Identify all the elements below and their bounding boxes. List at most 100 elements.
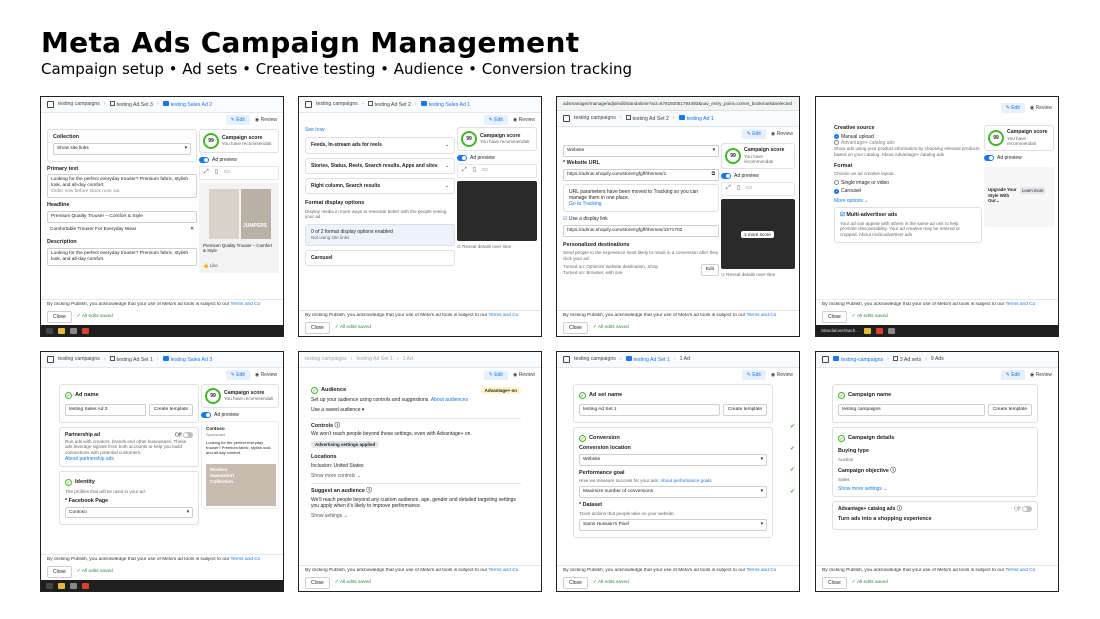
close-button[interactable]: Close [47, 310, 72, 324]
ad-preview-toggle[interactable]: Ad preview [984, 155, 1054, 162]
about-audiences-link[interactable]: About audiences [431, 397, 468, 403]
ad-preview-toggle[interactable]: Ad preview [201, 412, 279, 419]
app-icon[interactable] [888, 327, 896, 334]
ad-name-input[interactable]: testing Sales Ad 3 [65, 404, 146, 416]
terms-link[interactable]: Terms and Co [1005, 302, 1035, 307]
tablet-icon[interactable]: ▭ [482, 167, 488, 175]
ad-preview-toggle[interactable]: Ad preview [199, 157, 279, 164]
app-icon[interactable] [70, 582, 77, 589]
breadcrumb-adset[interactable]: testing Ad Set 1 [109, 355, 153, 364]
campaign-score[interactable]: 99 Campaign score You have recommendati [984, 125, 1054, 151]
breadcrumb-adset[interactable]: testing Ad Set 2 [625, 114, 669, 123]
tablet-icon[interactable]: ▭ [224, 169, 230, 177]
saved-audience-dropdown[interactable]: Use a saved audience ▾ [311, 407, 521, 413]
browser-icon[interactable] [82, 582, 89, 589]
sidebar-toggle-icon[interactable] [47, 356, 54, 363]
more-options-link[interactable]: More options ⌄ [834, 198, 982, 204]
reveal-details[interactable]: ⊙ Reveal details over time [721, 272, 795, 278]
sidebar-toggle-icon[interactable] [563, 115, 570, 122]
device-selector[interactable]: ⤢ ▯ ▭ [457, 164, 537, 178]
review-button[interactable]: ◉ Review [513, 372, 535, 378]
terms-link[interactable]: Terms and Co [1005, 568, 1035, 573]
carousel-option[interactable]: Carousel [305, 250, 455, 267]
breadcrumb-adset[interactable]: testing Ad Set 3 [109, 100, 153, 109]
campaign-score[interactable]: 99 Campaign score You have recommendati [457, 127, 537, 151]
advantage-catalog-toggle[interactable]: Off [1014, 506, 1032, 513]
review-button[interactable]: ◉ Review [1030, 372, 1052, 378]
phone-icon[interactable]: ▯ [215, 169, 218, 177]
breadcrumb-adset[interactable]: testing Ad Set 1 [625, 355, 670, 364]
reveal-details[interactable]: ⊙ Reveal details over time [457, 244, 537, 250]
website-url-input[interactable]: https://admin.shopify.com/store/rgfgff/t… [563, 168, 719, 181]
sidebar-toggle-icon[interactable] [305, 101, 312, 108]
close-button[interactable]: Close [305, 321, 330, 335]
create-template-button[interactable]: Create template [987, 404, 1032, 416]
show-settings-link[interactable]: Show settings ⌄ [311, 513, 521, 519]
like-button[interactable]: 👍 Like [203, 263, 218, 269]
breadcrumb-campaign[interactable]: testing campaigns [574, 115, 616, 122]
edit-button[interactable]: ✎ Edit [1000, 102, 1025, 114]
breadcrumb-adsets[interactable]: 3 Ad sets [892, 355, 921, 364]
campaign-score[interactable]: 99 Campaign score You have recommendati [721, 143, 795, 169]
review-button[interactable]: ◉ Review [255, 372, 277, 378]
carousel-option[interactable]: Carousel [834, 188, 982, 194]
breadcrumb-ad[interactable]: testing Ad 1 [678, 114, 714, 123]
phone-icon[interactable]: ▯ [473, 167, 476, 175]
facebook-page-select[interactable]: Contoso ▾ [65, 506, 193, 519]
terms-link[interactable]: Terms and Co [230, 302, 260, 307]
single-image-option[interactable]: Single image or video [834, 180, 982, 186]
browser-icon[interactable] [82, 327, 89, 334]
show-more-settings[interactable]: Show more settings ⌄ [838, 486, 1032, 492]
breadcrumb-campaign[interactable]: testing campaigns [574, 356, 616, 363]
breadcrumb-ad[interactable]: testing Sales Ad 1 [420, 100, 470, 109]
close-button[interactable]: Close [822, 576, 847, 590]
breadcrumb-campaign[interactable]: testing-campaigns [833, 355, 883, 364]
tablet-icon[interactable]: ▭ [746, 185, 752, 193]
review-button[interactable]: ◉ Review [771, 372, 793, 378]
collection-select[interactable]: Show site links ▾ [53, 142, 191, 155]
edit-button[interactable]: ✎ Edit [483, 114, 508, 126]
edit-button[interactable]: ✎ Edit [741, 369, 766, 381]
description-input[interactable]: Looking for the perfect everyday trouser… [47, 247, 197, 266]
edit-button[interactable]: ✎ Edit [1000, 369, 1025, 381]
edit-button[interactable]: ✎ Edit [225, 114, 250, 126]
performance-goal-select[interactable]: Maximize number of conversions ▾ [579, 486, 767, 499]
display-link-checkbox[interactable]: ☑ Use a display link [563, 216, 719, 222]
see-how-link[interactable]: See how [305, 127, 455, 133]
breadcrumb-campaign[interactable]: testing campaigns [305, 356, 347, 363]
crop-icon[interactable]: ⤢ [726, 185, 731, 193]
about-partnership-link[interactable]: About partnership ads [65, 456, 193, 462]
learn-more-button[interactable]: Learn more [1020, 187, 1046, 195]
windows-icon[interactable] [46, 582, 53, 589]
breadcrumb-ads[interactable]: 9 Ads [931, 356, 944, 363]
close-button[interactable]: Close [305, 576, 330, 590]
folder-icon[interactable] [58, 582, 65, 589]
breadcrumb-ads[interactable]: 1 Ad [403, 356, 413, 363]
about-performance-link[interactable]: About performance goals [660, 478, 711, 483]
breadcrumb-ad[interactable]: testing Sales Ad 2 [162, 100, 212, 109]
breadcrumb-campaign[interactable]: testing campaigns [316, 101, 358, 108]
close-button[interactable]: Close [563, 576, 588, 590]
breadcrumb-adset[interactable]: testing Ad Set 1 [357, 356, 393, 363]
sidebar-toggle-icon[interactable] [47, 101, 54, 108]
terms-link[interactable]: Terms and Co [488, 313, 518, 318]
terms-link[interactable]: Terms and Co [488, 568, 518, 573]
terms-link[interactable]: Terms and Co [230, 557, 260, 562]
placement-row-right-column[interactable]: Right column, Search results ⌄ [305, 177, 455, 194]
app-icon[interactable] [70, 327, 77, 334]
placement-row-stories[interactable]: Stories, Status, Reels, Search results, … [305, 157, 455, 174]
campaign-score[interactable]: 99 Campaign score You have recommendati [201, 384, 279, 408]
breadcrumb-ads[interactable]: 1 Ad [680, 356, 690, 363]
breadcrumb-adset[interactable]: testing Ad Set 2 [367, 100, 411, 109]
edit-destinations-button[interactable]: Edit [700, 263, 719, 276]
conversion-location-select[interactable]: Website ▾ [579, 453, 767, 466]
terms-link[interactable]: Terms and Co [746, 313, 776, 318]
close-button[interactable]: Close [822, 310, 847, 324]
ad-preview-toggle[interactable]: Ad preview [721, 173, 795, 180]
external-link-icon[interactable]: ⧉ [712, 172, 715, 178]
review-button[interactable]: ◉ Review [255, 117, 277, 123]
edit-button[interactable]: ✎ Edit [483, 369, 508, 381]
windows-icon[interactable] [46, 327, 53, 334]
review-button[interactable]: ◉ Review [1030, 105, 1052, 111]
adset-name-input[interactable]: testing Ad Set 1 [579, 404, 720, 416]
